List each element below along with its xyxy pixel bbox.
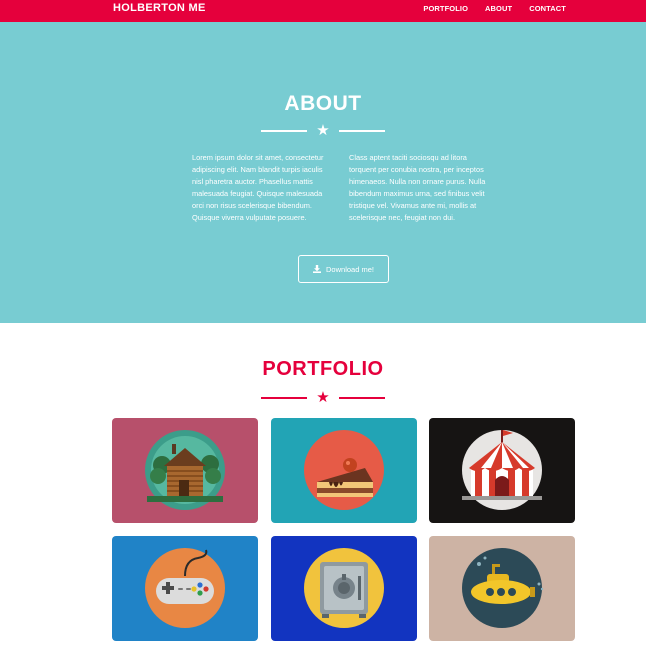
portfolio-item-submarine[interactable]: [429, 536, 575, 641]
about-section: ABOUT ★ Lorem ipsum dolor sit amet, cons…: [0, 22, 646, 323]
divider-line-right: [338, 129, 385, 132]
star-icon: ★: [316, 122, 330, 139]
about-title: ABOUT: [284, 92, 362, 115]
nav-link-contact[interactable]: CONTACT: [529, 4, 566, 13]
navbar: HOLBERTON ME PORTFOLIO ABOUT CONTACT: [0, 0, 646, 22]
about-divider: ★: [0, 123, 646, 138]
divider-line-left: [261, 129, 308, 132]
game-controller-icon: [145, 548, 225, 628]
divider-line-right: [338, 396, 385, 399]
portfolio-item-safe[interactable]: [271, 536, 417, 641]
submarine-icon: [462, 548, 544, 628]
cabin-icon: [145, 430, 225, 510]
portfolio-divider: ★: [0, 390, 646, 405]
brand-logo-text[interactable]: HOLBERTON ME: [113, 2, 206, 14]
star-icon: ★: [316, 389, 330, 406]
divider-line-left: [261, 396, 308, 399]
nav-link-portfolio[interactable]: PORTFOLIO: [423, 4, 468, 13]
circus-tent-icon: [462, 430, 542, 510]
portfolio-item-circus[interactable]: [429, 418, 575, 523]
safe-icon: [304, 548, 384, 628]
nav-link-about[interactable]: ABOUT: [485, 4, 512, 13]
download-button[interactable]: Download me!: [298, 255, 389, 283]
portfolio-item-controller[interactable]: [112, 536, 258, 641]
download-icon: [313, 265, 322, 273]
about-text-right: Class aptent taciti sociosqu ad litora t…: [349, 153, 486, 223]
portfolio-item-cake[interactable]: [271, 418, 417, 523]
nav-links: PORTFOLIO ABOUT CONTACT: [423, 4, 566, 13]
portfolio-title: PORTFOLIO: [262, 358, 384, 380]
about-columns: Lorem ipsum dolor sit amet, consectetur …: [192, 152, 492, 225]
cake-icon: [304, 430, 384, 510]
about-text-left: Lorem ipsum dolor sit amet, consectetur …: [192, 153, 324, 223]
portfolio-item-cabin[interactable]: [112, 418, 258, 523]
download-label: Download me!: [326, 264, 374, 274]
